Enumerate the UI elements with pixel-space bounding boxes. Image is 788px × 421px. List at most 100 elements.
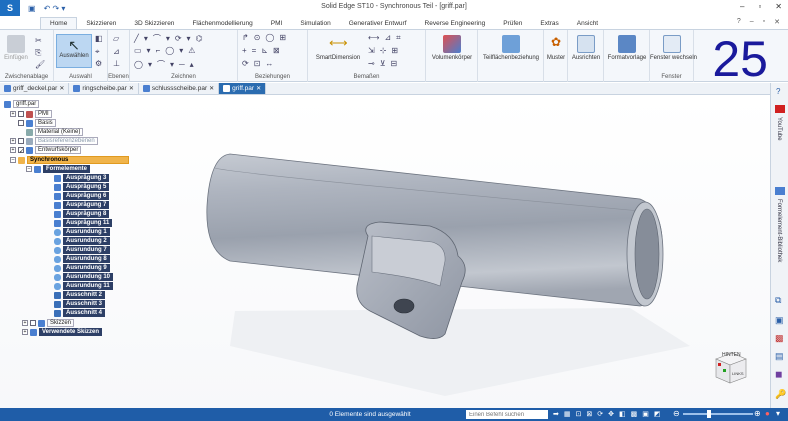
- views-button[interactable]: Ausrichten: [568, 35, 604, 61]
- close-tab-icon[interactable]: ✕: [129, 85, 134, 92]
- restore-doc-icon[interactable]: ▫: [763, 18, 765, 26]
- command-search-input[interactable]: [466, 410, 548, 419]
- fit-icon[interactable]: ⊡: [576, 410, 582, 418]
- feature-library-tab[interactable]: Formelement-Bibliothek: [776, 199, 782, 262]
- zoom-slider-thumb[interactable]: [707, 410, 711, 418]
- feature-item[interactable]: Ausschnitt 3: [54, 300, 106, 308]
- close-tab-icon[interactable]: ✕: [59, 85, 64, 92]
- select-button[interactable]: ↖ Auswählen: [56, 34, 92, 68]
- tree-node-used-sketches[interactable]: + Verwendete Skizzen: [22, 328, 103, 336]
- tree-node-pmi[interactable]: + PMI: [10, 110, 52, 118]
- collapse-icon[interactable]: –: [10, 157, 16, 163]
- feature-item[interactable]: Ausschnitt 2: [54, 291, 106, 299]
- style-button[interactable]: Formatvorlage: [604, 35, 650, 61]
- tab-pmi[interactable]: PMI: [262, 20, 292, 29]
- dims-row1-icons[interactable]: ⟷⊿⌗: [368, 33, 406, 43]
- feature-item[interactable]: Ausprägung 5: [54, 183, 110, 191]
- monitor-icon[interactable]: ▤: [775, 351, 784, 362]
- tab-ansicht[interactable]: Ansicht: [568, 20, 607, 29]
- hide-icon[interactable]: ◩: [654, 410, 661, 418]
- tree-node-features[interactable]: – Formelemente: [26, 165, 91, 173]
- feature-item[interactable]: Ausprägung 6: [54, 192, 110, 200]
- expand-icon[interactable]: +: [22, 329, 28, 335]
- tab-pruefen[interactable]: Prüfen: [494, 20, 531, 29]
- expand-icon[interactable]: +: [22, 320, 28, 326]
- doc-tab[interactable]: schlussscheibe.par ✕: [139, 83, 220, 94]
- youtube-tab[interactable]: YouTube: [776, 117, 782, 141]
- line-arc-tools-icon[interactable]: ╱▾⌒▾⟳▾⌬: [134, 33, 208, 44]
- checkbox-refplanes[interactable]: [18, 138, 24, 144]
- close-tab-icon[interactable]: ✕: [256, 85, 261, 92]
- expand-icon[interactable]: +: [10, 111, 16, 117]
- library-icon[interactable]: [775, 187, 785, 195]
- close-tab-icon[interactable]: ✕: [209, 85, 214, 92]
- feature-item[interactable]: Ausrundung 10: [54, 273, 114, 281]
- graphics-window[interactable]: griff.par + PMI Basis Material (Keine) + B…: [0, 96, 770, 408]
- close-doc-icon[interactable]: ✕: [774, 18, 780, 26]
- tab-reverse-engineering[interactable]: Reverse Engineering: [416, 20, 495, 29]
- rotate-icon[interactable]: ⟳: [597, 410, 603, 418]
- minimize-ribbon-icon[interactable]: –: [750, 18, 754, 26]
- feature-item[interactable]: Ausprägung 11: [54, 219, 113, 227]
- zoom-slider[interactable]: [683, 413, 753, 415]
- model-viewport[interactable]: [0, 96, 770, 408]
- key-icon[interactable]: 🔑: [775, 389, 786, 400]
- tree-node-refplanes[interactable]: + Basisreferenzebenen: [10, 137, 98, 145]
- face-relation-button[interactable]: Teilflächenbeziehung: [480, 35, 542, 61]
- tree-node-design-body[interactable]: + ✓ Entwurfskörper: [10, 146, 82, 155]
- tab-3d-skizzieren[interactable]: 3D Skizzieren: [125, 20, 183, 29]
- tab-simulation[interactable]: Simulation: [291, 20, 339, 29]
- expand-icon[interactable]: +: [10, 138, 16, 144]
- dims-row3-icons[interactable]: ⊸⊻⊟: [368, 59, 402, 68]
- feature-item[interactable]: Ausrundung 7: [54, 246, 110, 254]
- zoom-area-icon[interactable]: ⊠: [586, 410, 592, 418]
- close-icon[interactable]: ✕: [775, 2, 782, 11]
- relations-row3-icons[interactable]: ⟳⊡↔: [242, 59, 278, 68]
- switch-window-button[interactable]: Fenster wechseln: [650, 35, 697, 61]
- tab-skizzieren[interactable]: Skizzieren: [77, 20, 125, 29]
- cut-icon[interactable]: ✂: [35, 36, 42, 45]
- minimize-icon[interactable]: –: [740, 2, 744, 11]
- feature-item[interactable]: Ausprägung 8: [54, 210, 110, 218]
- stop-icon[interactable]: ●: [765, 409, 770, 418]
- relations-row1-icons[interactable]: ↱⊙◯⊞: [242, 33, 291, 42]
- shaded-icon[interactable]: ◧: [619, 410, 626, 418]
- select-options-icon[interactable]: ⚙: [95, 59, 102, 68]
- checkbox-design-body[interactable]: ✓: [18, 147, 24, 155]
- solid-button[interactable]: Volumenkörper: [428, 35, 476, 61]
- help-icon[interactable]: ?: [737, 18, 741, 26]
- tree-root[interactable]: griff.par: [4, 100, 40, 108]
- tab-generativer-entwurf[interactable]: Generativer Entwurf: [340, 20, 416, 29]
- tree-node-base[interactable]: Basis: [18, 119, 56, 127]
- select-filter-icon[interactable]: ⌖: [95, 47, 100, 57]
- feature-item[interactable]: Ausrundung 2: [54, 237, 110, 245]
- pan-icon[interactable]: ✥: [608, 410, 614, 418]
- format-painter-icon[interactable]: 🖌: [35, 60, 45, 69]
- tab-home[interactable]: Home: [40, 17, 78, 29]
- doc-tab[interactable]: griff_deckel.par ✕: [0, 83, 70, 94]
- tree-node-synchronous[interactable]: – Synchronous: [10, 156, 130, 164]
- view-icon[interactable]: ▦: [564, 410, 571, 418]
- relations-row2-icons[interactable]: +=⊾⊠: [242, 46, 285, 55]
- tab-flaechenmodellierung[interactable]: Flächenmodellierung: [183, 20, 261, 29]
- checkbox-base[interactable]: [18, 120, 24, 126]
- collapse-icon[interactable]: –: [26, 166, 32, 172]
- render-mode-icon[interactable]: ▩: [631, 410, 638, 418]
- dims-row2-icons[interactable]: ⇲⊹⊞: [368, 46, 403, 55]
- help-question-icon[interactable]: ?: [776, 87, 780, 96]
- plane-normal-icon[interactable]: ⊥: [113, 59, 120, 68]
- feature-item[interactable]: Ausrundung 9: [54, 264, 110, 272]
- feature-item[interactable]: Ausrundung 1: [54, 228, 110, 236]
- plane-angle-icon[interactable]: ⊿: [113, 47, 120, 56]
- rect-circle-tools-icon[interactable]: ▭▾⌐◯▾⚠: [134, 46, 200, 55]
- expand-icon[interactable]: +: [10, 147, 16, 153]
- smartdimension-button[interactable]: ⟷ SmartDimension: [312, 35, 364, 61]
- view-cube[interactable]: HINTEN LINKS: [712, 351, 748, 385]
- color-icon[interactable]: ◼: [775, 369, 782, 380]
- display-icon[interactable]: ▣: [642, 410, 649, 418]
- feature-item[interactable]: Ausrundung 8: [54, 255, 110, 263]
- doc-tab[interactable]: ringscheibe.par ✕: [69, 83, 139, 94]
- go-arrow-icon[interactable]: ➡: [553, 410, 559, 418]
- render-icon[interactable]: ▩: [775, 333, 784, 344]
- feature-item[interactable]: Ausrundung 11: [54, 282, 113, 290]
